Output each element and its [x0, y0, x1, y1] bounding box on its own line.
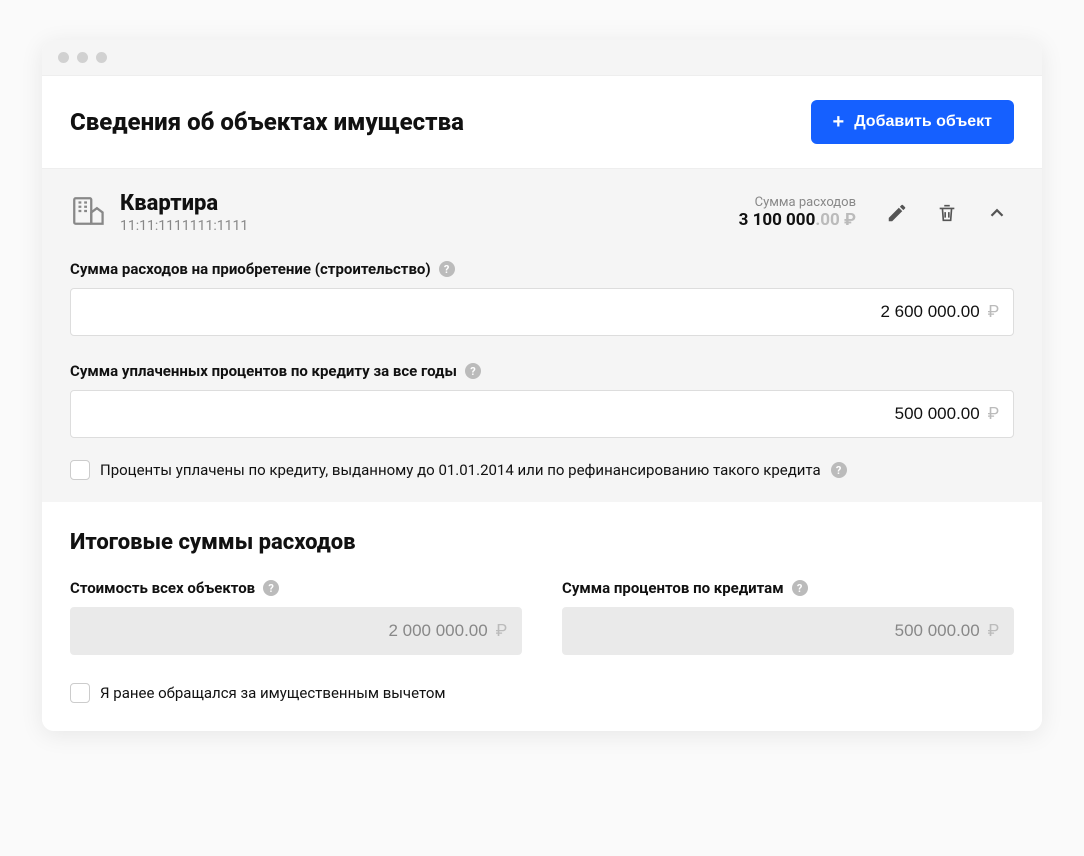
window-control-minimize[interactable] [77, 52, 88, 63]
help-icon[interactable]: ? [792, 580, 808, 596]
acquisition-cost-label: Сумма расходов на приобретение (строител… [70, 260, 1014, 278]
add-object-button[interactable]: + Добавить объект [811, 100, 1014, 144]
total-interest-col: Сумма процентов по кредитам ? ₽ [562, 579, 1014, 655]
totals-grid: Стоимость всех объектов ? ₽ Сумма процен… [70, 579, 1014, 655]
currency-symbol: ₽ [496, 621, 507, 641]
edit-button[interactable] [880, 196, 914, 230]
interest-paid-label: Сумма уплаченных процентов по кредиту за… [70, 362, 1014, 380]
help-icon[interactable]: ? [439, 261, 455, 277]
plus-icon: + [833, 112, 845, 132]
total-objects-cost-col: Стоимость всех объектов ? ₽ [70, 579, 522, 655]
app-window: Сведения об объектах имущества + Добавит… [42, 40, 1042, 731]
interest-paid-field: Сумма уплаченных процентов по кредиту за… [70, 362, 1014, 438]
currency-symbol: ₽ [988, 404, 999, 424]
acquisition-cost-field: Сумма расходов на приобретение (строител… [70, 260, 1014, 336]
pre-2014-credit-checkbox[interactable] [70, 460, 90, 480]
delete-button[interactable] [930, 196, 964, 230]
chevron-up-icon [986, 202, 1008, 224]
totals-section: Итоговые суммы расходов Стоимость всех о… [42, 502, 1042, 731]
object-sum-label: Сумма расходов [739, 195, 856, 210]
object-header: Квартира 11:11:1111111:1111 Сумма расход… [70, 191, 1014, 234]
help-icon[interactable]: ? [263, 580, 279, 596]
object-title-block: Квартира 11:11:1111111:1111 [120, 191, 723, 234]
total-interest-value [577, 621, 980, 641]
acquisition-cost-input-wrapper[interactable]: ₽ [70, 288, 1014, 336]
building-icon [70, 194, 104, 232]
prior-deduction-label: Я ранее обращался за имущественным вычет… [100, 684, 446, 702]
total-objects-cost-value [85, 621, 488, 641]
pre-2014-credit-label: Проценты уплачены по кредиту, выданному … [100, 461, 821, 479]
prior-deduction-row: Я ранее обращался за имущественным вычет… [70, 683, 1014, 703]
currency-symbol: ₽ [988, 621, 999, 641]
collapse-toggle[interactable] [980, 196, 1014, 230]
object-card: Квартира 11:11:1111111:1111 Сумма расход… [42, 169, 1042, 502]
object-sum-value: 3 100 000.00 ₽ [739, 210, 856, 230]
interest-paid-input[interactable] [85, 404, 980, 424]
totals-title: Итоговые суммы расходов [70, 530, 1014, 555]
help-icon[interactable]: ? [831, 462, 847, 478]
object-title: Квартира [120, 191, 723, 216]
trash-icon [936, 202, 958, 224]
object-subtitle: 11:11:1111111:1111 [120, 218, 723, 234]
total-objects-cost-label: Стоимость всех объектов ? [70, 579, 522, 597]
add-object-label: Добавить объект [854, 113, 992, 131]
object-sum-block: Сумма расходов 3 100 000.00 ₽ [739, 195, 856, 230]
page-header: Сведения об объектах имущества + Добавит… [42, 76, 1042, 169]
window-control-maximize[interactable] [96, 52, 107, 63]
total-interest-label: Сумма процентов по кредитам ? [562, 579, 1014, 597]
interest-paid-input-wrapper[interactable]: ₽ [70, 390, 1014, 438]
prior-deduction-checkbox[interactable] [70, 683, 90, 703]
currency-symbol: ₽ [988, 302, 999, 322]
window-titlebar [42, 40, 1042, 76]
total-interest-wrapper: ₽ [562, 607, 1014, 655]
total-objects-cost-wrapper: ₽ [70, 607, 522, 655]
window-control-close[interactable] [58, 52, 69, 63]
acquisition-cost-input[interactable] [85, 302, 980, 322]
page-title: Сведения об объектах имущества [70, 108, 464, 136]
pre-2014-credit-row: Проценты уплачены по кредиту, выданному … [70, 460, 1014, 480]
pencil-icon [886, 202, 908, 224]
help-icon[interactable]: ? [465, 363, 481, 379]
